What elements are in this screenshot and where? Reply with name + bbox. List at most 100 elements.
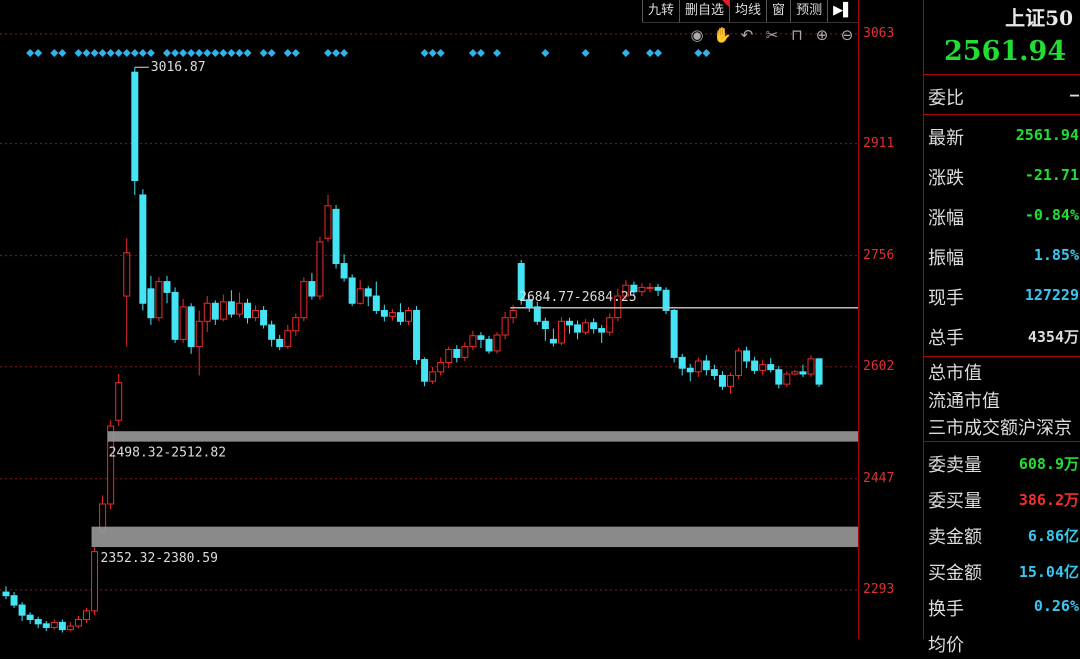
- signal-diamond: [259, 49, 268, 57]
- candle-body: [332, 208, 340, 265]
- stat-label: 最新: [928, 128, 964, 149]
- candle-body: [340, 263, 348, 279]
- stock-name: 上证50: [1005, 6, 1073, 30]
- stat-row-latest: 最新 2561.94: [924, 116, 1080, 152]
- candle-body: [735, 350, 743, 376]
- signal-diamond: [187, 49, 196, 57]
- candle-body: [147, 288, 155, 319]
- candle-body: [421, 359, 429, 382]
- stat-label: 涨跌: [928, 168, 964, 189]
- signal-diamond: [122, 49, 131, 57]
- divider: [924, 74, 1080, 75]
- collapse-right-icon[interactable]: ▶▌: [827, 0, 858, 22]
- candle-body: [727, 374, 734, 387]
- trade-label: 买金额: [928, 563, 982, 584]
- candle-body: [139, 194, 147, 304]
- peak-price-label: 3016.87: [151, 60, 206, 75]
- toolbar-moving-average-button[interactable]: 均线: [729, 0, 766, 22]
- candle-body: [775, 369, 783, 385]
- undo-icon[interactable]: ↶: [738, 26, 756, 44]
- candle-body: [284, 330, 292, 348]
- signal-diamond: [50, 49, 59, 57]
- signal-diamond: [694, 49, 703, 57]
- candle-body: [187, 306, 195, 348]
- kline-chart[interactable]: 3016.87 2498.32-2512.82 2352.32-2380.59 268…: [0, 0, 858, 639]
- candle-body: [364, 288, 372, 297]
- candle-body: [34, 619, 42, 625]
- candle-body: [227, 301, 235, 315]
- trade-row-sell-amount: 卖金额 6.86亿: [924, 515, 1080, 551]
- candle-body: [574, 324, 582, 333]
- lock-icon[interactable]: ⊓: [788, 26, 806, 44]
- signal-diamond: [541, 49, 550, 57]
- hand-icon[interactable]: ✋: [713, 26, 732, 44]
- candle-body: [171, 291, 179, 340]
- signal-diamond: [90, 49, 99, 57]
- stat-value: 2561.94: [1015, 126, 1079, 144]
- candle-body: [469, 335, 477, 348]
- candle-body: [42, 623, 50, 628]
- turnover-label: 三市成交额沪深京: [928, 418, 1072, 439]
- candle-body: [477, 335, 485, 340]
- signal-diamond: [340, 49, 349, 57]
- candle-body: [260, 309, 268, 326]
- toolbar-forecast-button[interactable]: 预测: [790, 0, 827, 22]
- candle-body: [66, 625, 74, 631]
- signal-diamond: [420, 49, 429, 57]
- toolbar-window-button[interactable]: 窗: [766, 0, 790, 22]
- eye-icon[interactable]: ◉: [688, 26, 706, 44]
- candle-body: [324, 205, 332, 239]
- candle-body: [783, 373, 791, 385]
- candle-body: [767, 364, 775, 371]
- trade-row-buy-amount: 买金额 15.04亿: [924, 551, 1080, 587]
- zoom-in-icon[interactable]: ⊕: [813, 26, 831, 44]
- candle-body: [50, 621, 58, 628]
- zoom-out-icon[interactable]: ⊖: [838, 26, 856, 44]
- toolbar-remove-watchlist-button[interactable]: 删自选: [679, 0, 730, 22]
- stat-label: 总手: [928, 328, 964, 349]
- candle-body: [18, 604, 26, 616]
- stat-row-change: 涨跌 -21.71: [924, 156, 1080, 192]
- candle-body: [356, 288, 364, 304]
- scissors-icon[interactable]: ✂: [763, 26, 781, 44]
- signal-diamond: [428, 49, 437, 57]
- gap-label: 2684.77-2684.25: [519, 290, 636, 305]
- candle-body: [557, 320, 565, 344]
- candle-body: [533, 306, 541, 322]
- candle-body: [131, 71, 139, 182]
- signal-diamond: [235, 49, 244, 57]
- stat-row-total-volume: 总手 4354万: [924, 316, 1080, 352]
- stat-row-current-volume: 现手 127229: [924, 276, 1080, 312]
- candle-body: [815, 358, 823, 385]
- candle-body: [582, 322, 590, 333]
- candle-body: [437, 361, 445, 373]
- candle-body: [268, 324, 276, 340]
- quote-panel: 上证50 2561.94 委比 – 最新 2561.94 涨跌 -21.71 涨幅 -0.…: [923, 0, 1080, 656]
- signal-diamond: [646, 49, 654, 57]
- candle-body: [686, 367, 694, 373]
- signal-diamond: [34, 49, 43, 57]
- candle-body: [485, 338, 493, 352]
- candle-body: [195, 320, 203, 348]
- candle-body: [58, 621, 66, 631]
- candle-body: [2, 591, 10, 597]
- gap-label: 2352.32-2380.59: [101, 551, 218, 566]
- trade-row-turnover-rate: 换手 0.26%: [924, 587, 1080, 623]
- signal-diamond: [468, 49, 477, 57]
- candle-body: [509, 309, 517, 319]
- candle-body: [702, 360, 710, 371]
- trade-row-buy-volume: 委买量 386.2万: [924, 479, 1080, 515]
- kline-canvas[interactable]: 3016.87 2498.32-2512.82 2352.32-2380.59 268…: [0, 0, 858, 639]
- candle-body: [405, 309, 412, 322]
- trade-row-sell-volume: 委卖量 608.9万: [924, 443, 1080, 479]
- toolbar-jiuzhuan-button[interactable]: 九转: [642, 0, 679, 22]
- trade-value: 15.04亿: [1018, 563, 1079, 581]
- signal-diamond: [171, 49, 180, 57]
- candle-body: [244, 302, 251, 319]
- stat-row-change-pct: 涨幅 -0.84%: [924, 196, 1080, 232]
- stat-label: 现手: [928, 288, 964, 309]
- candle-body: [123, 252, 131, 297]
- candle-body: [759, 364, 767, 371]
- candle-body: [453, 348, 461, 358]
- candle-body: [751, 360, 759, 371]
